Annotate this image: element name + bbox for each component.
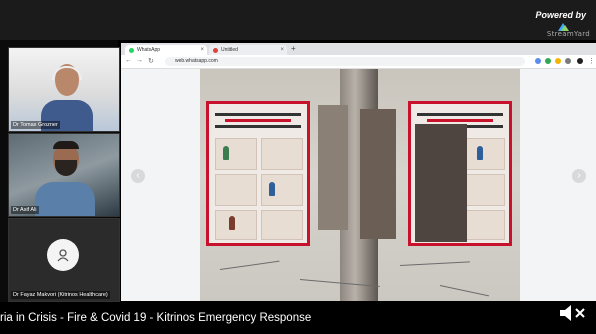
covid-poster-right bbox=[408, 101, 512, 246]
covid-poster-left bbox=[206, 101, 310, 246]
participant-tile-3[interactable]: Dr Fayaz Makvori (Kitrinos Healthcare) bbox=[8, 218, 120, 302]
profile-icon[interactable] bbox=[577, 58, 583, 64]
forward-icon[interactable]: → bbox=[136, 57, 143, 64]
participant-name-2: Dr Asif Ali bbox=[11, 206, 39, 214]
participant-tile-2[interactable]: Dr Asif Ali bbox=[8, 133, 120, 217]
stream-caption: ria in Crisis - Fire & Covid 19 - Kitrin… bbox=[0, 312, 312, 324]
address-bar[interactable]: web.whatsapp.com bbox=[165, 57, 525, 66]
extension-icon[interactable] bbox=[535, 58, 541, 64]
participant-video-2 bbox=[9, 134, 119, 216]
tab-untitled[interactable]: Untitled × bbox=[209, 45, 287, 55]
previous-image-button[interactable]: ‹ bbox=[131, 169, 145, 183]
user-avatar-icon bbox=[57, 249, 69, 262]
streamyard-brand-label: StreamYard bbox=[546, 30, 590, 38]
back-icon[interactable]: ← bbox=[125, 57, 132, 64]
close-tab-icon[interactable]: × bbox=[200, 45, 204, 55]
page-icon bbox=[213, 48, 218, 53]
participant-video-1 bbox=[9, 48, 119, 131]
tab-label: WhatsApp bbox=[137, 47, 161, 53]
extension-icon[interactable] bbox=[555, 58, 561, 64]
speaker-muted-icon[interactable] bbox=[558, 303, 586, 323]
burnt-poster-center bbox=[318, 105, 348, 230]
extension-icon[interactable] bbox=[545, 58, 551, 64]
tab-label: Untitled bbox=[221, 47, 238, 53]
menu-icon[interactable]: ⋮ bbox=[588, 57, 595, 65]
participant-name-3: Dr Fayaz Makvori (Kitrinos Healthcare) bbox=[11, 291, 110, 299]
participant-name-1: Dr Tomas Grozner bbox=[11, 121, 60, 129]
whatsapp-media-viewer: ‹ › bbox=[121, 69, 596, 301]
powered-by-label: Powered by bbox=[535, 10, 586, 20]
whatsapp-icon bbox=[129, 48, 134, 53]
participant-tile-1[interactable]: Dr Tomas Grozner bbox=[8, 47, 120, 132]
top-overlay-bar bbox=[0, 0, 596, 40]
new-tab-icon[interactable]: + bbox=[291, 44, 296, 53]
tab-whatsapp[interactable]: WhatsApp × bbox=[125, 45, 207, 55]
close-tab-icon[interactable]: × bbox=[280, 45, 284, 55]
reload-icon[interactable]: ↻ bbox=[148, 57, 154, 65]
next-image-button[interactable]: › bbox=[572, 169, 586, 183]
browser-toolbar: ← → ↻ web.whatsapp.com ⋮ bbox=[121, 55, 596, 69]
shared-screen-browser: WhatsApp × Untitled × + ← → ↻ web.whatsa… bbox=[121, 43, 596, 301]
extension-icon[interactable] bbox=[565, 58, 571, 64]
shared-photo bbox=[200, 69, 520, 301]
browser-tab-bar: WhatsApp × Untitled × + bbox=[121, 43, 596, 55]
